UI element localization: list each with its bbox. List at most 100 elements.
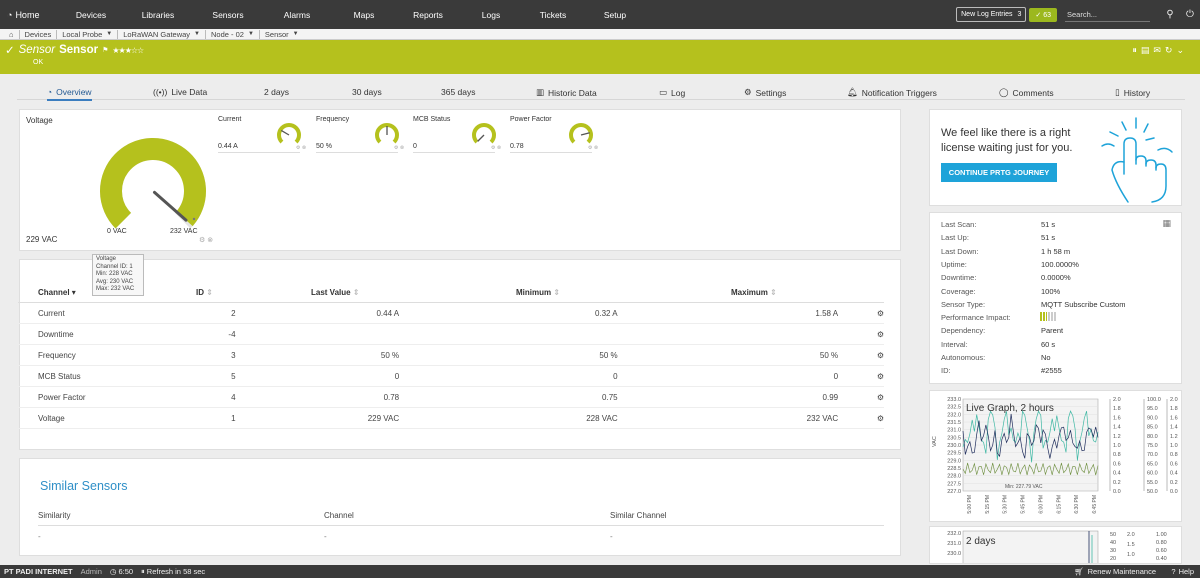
info-value: #2555 bbox=[1041, 366, 1062, 376]
channel-name[interactable]: Voltage bbox=[18, 414, 196, 423]
col-maximum[interactable]: Maximum ⇕ bbox=[731, 288, 851, 297]
refresh-icon[interactable]: ↻ bbox=[1165, 45, 1173, 56]
breadcrumb-device[interactable]: Node - 02 ▼ bbox=[206, 29, 260, 39]
refresh-timer[interactable]: Refresh in 58 sec bbox=[147, 567, 205, 576]
breadcrumb-devices[interactable]: Devices bbox=[20, 29, 58, 39]
channel-minimum: 0 bbox=[613, 371, 618, 381]
mini-gauge-frequency[interactable]: Frequency 50 % ⚙ ⊗ bbox=[316, 116, 406, 160]
tab-historic-data[interactable]: ▥ Historic Data bbox=[536, 87, 597, 98]
nav-setup[interactable]: Setup bbox=[584, 10, 646, 20]
live-graph-panel: 233.0 232.5 232.0 231.5 231.0 230.5 230.0 229.5… bbox=[929, 390, 1182, 522]
nav-libraries[interactable]: Libraries bbox=[122, 10, 194, 20]
breadcrumb-group[interactable]: LoRaWAN Gateway ▼ bbox=[118, 29, 206, 39]
info-row: Last Down: 1 h 58 m bbox=[941, 247, 1171, 260]
priority-stars[interactable]: ★★★☆☆ bbox=[112, 46, 144, 55]
nav-reports[interactable]: Reports bbox=[396, 10, 460, 20]
right-tick-label: 1.8 bbox=[1113, 406, 1121, 412]
right-tick-label: 1.2 bbox=[1170, 434, 1178, 440]
channel-settings-icon[interactable]: ⚙ bbox=[838, 414, 884, 423]
col-minimum[interactable]: Minimum ⇕ bbox=[511, 288, 731, 297]
channel-name[interactable]: Downtime bbox=[18, 330, 196, 339]
chevron-down-icon[interactable]: ⌄ bbox=[1176, 45, 1184, 56]
channel-name[interactable]: Current bbox=[18, 309, 196, 318]
channel-name[interactable]: MCB Status bbox=[18, 372, 196, 381]
new-log-entries-button[interactable]: New Log Entries 3 bbox=[956, 7, 1027, 22]
mini-gauge-power-factor[interactable]: Power Factor 0.78 ⚙ ⊗ bbox=[510, 116, 600, 160]
help-link[interactable]: ? Help bbox=[1171, 567, 1194, 576]
tab-log[interactable]: ▭ Log bbox=[659, 87, 685, 98]
info-key: Performance Impact: bbox=[941, 313, 1011, 323]
table-row[interactable]: Voltage 1 229 VAC 228 VAC 232 VAC ⚙ bbox=[18, 408, 884, 429]
right-tick-label: 0.6 bbox=[1113, 461, 1121, 467]
tab-30-days[interactable]: 30 days bbox=[352, 87, 382, 97]
voltage-gauge[interactable] bbox=[90, 128, 216, 233]
mini-gauge-current[interactable]: Current 0.44 A ⚙ ⊗ bbox=[218, 116, 308, 160]
tab-comments[interactable]: ◯ Comments bbox=[999, 87, 1054, 98]
tab-overview[interactable]: ◔ Overview bbox=[47, 87, 92, 101]
table-row[interactable]: Current 2 0.44 A 0.32 A 1.58 A ⚙ bbox=[18, 303, 884, 324]
graph-2-days[interactable]: 232.0 231.0 230.0 50 40 30 20 2.0 1.5 1.0 1.00 0.80… bbox=[930, 527, 1182, 564]
info-value: 51 s bbox=[1041, 233, 1056, 243]
x-tick-label: 6:30 PM bbox=[1074, 495, 1080, 514]
voltage-gauge-title: Voltage bbox=[26, 116, 53, 125]
home-icon[interactable]: ⌂ bbox=[4, 29, 20, 39]
tab-live-data[interactable]: ((•)) Live Data bbox=[153, 87, 207, 97]
channel-settings-icon[interactable]: ⚙ bbox=[838, 330, 884, 339]
renew-maintenance-link[interactable]: 🛒︎ Renew Maintenance bbox=[1074, 567, 1156, 576]
gauge-icon: ◔ bbox=[47, 87, 53, 97]
nav-logs[interactable]: Logs bbox=[460, 10, 522, 20]
tab-bar: ◔ Overview ((•)) Live Data 2 days 30 days … bbox=[17, 84, 1185, 101]
col-channel[interactable]: Channel ▾ bbox=[18, 288, 196, 297]
right-tick-label: 70.0 bbox=[1147, 452, 1158, 458]
channel-settings-icon[interactable]: ⚙ bbox=[838, 351, 884, 360]
email-icon[interactable]: ✉ bbox=[1153, 45, 1161, 56]
channel-name[interactable]: Frequency bbox=[18, 351, 196, 360]
nav-maps[interactable]: Maps bbox=[332, 10, 396, 20]
logout-icon[interactable]: ⏻ bbox=[1180, 9, 1200, 20]
channel-name[interactable]: Power Factor bbox=[18, 393, 196, 402]
home-link[interactable]: ◔ Home bbox=[0, 10, 60, 20]
mini-gauge-mcb-status[interactable]: MCB Status 0 ⚙ ⊗ bbox=[413, 116, 503, 160]
table-row[interactable]: Power Factor 4 0.78 0.75 0.99 ⚙ bbox=[18, 387, 884, 408]
flag-icon[interactable]: ⚑ bbox=[102, 46, 108, 54]
tab-notification-triggers[interactable]: 🔔︎ Notification Triggers bbox=[847, 87, 937, 98]
tab-settings[interactable]: ⚙ Settings bbox=[744, 87, 786, 98]
alerts-count-button[interactable]: ✓ 63 bbox=[1029, 7, 1057, 22]
table-row[interactable]: MCB Status 5 0 0 0 ⚙ bbox=[18, 366, 884, 387]
nav-devices[interactable]: Devices bbox=[60, 10, 122, 20]
search-input[interactable]: Search... bbox=[1065, 8, 1150, 22]
right-tick-label: 40 bbox=[1110, 540, 1116, 546]
table-row[interactable]: Downtime -4 ⚙ bbox=[18, 324, 884, 345]
nav-sensors[interactable]: Sensors bbox=[194, 10, 262, 20]
right-tick-label: 2.0 bbox=[1127, 532, 1135, 538]
breadcrumb-sensor[interactable]: Sensor ▼ bbox=[260, 30, 304, 39]
tab-history[interactable]: ▯ History bbox=[1115, 87, 1150, 98]
voltage-max-label: 232 VAC bbox=[170, 228, 198, 235]
table-row[interactable]: Frequency 3 50 % 50 % 50 % ⚙ bbox=[18, 345, 884, 366]
channel-settings-icon[interactable]: ⚙ bbox=[838, 393, 884, 402]
channel-id: 2 bbox=[231, 308, 236, 318]
y-tick-label: 232.0 bbox=[947, 412, 961, 418]
search-icon[interactable]: ⚲ bbox=[1160, 9, 1180, 20]
channel-settings-icon[interactable]: ⚙ bbox=[838, 309, 884, 318]
tab-365-days[interactable]: 365 days bbox=[441, 87, 476, 97]
two-days-graph-panel: 232.0 231.0 230.0 50 40 30 20 2.0 1.5 1.0 1.00 0.80… bbox=[929, 526, 1182, 564]
pdf-icon[interactable]: ▤ bbox=[1141, 45, 1150, 56]
nav-tickets[interactable]: Tickets bbox=[522, 10, 584, 20]
info-row: Performance Impact: bbox=[941, 313, 1171, 326]
user-name[interactable]: Admin bbox=[81, 567, 102, 576]
history-icon: ▯ bbox=[1115, 87, 1120, 97]
live-graph-2-hours[interactable]: 233.0 232.5232.0 231.5 231.0230.5 230.0 229.5… bbox=[930, 391, 1183, 523]
col-last-value[interactable]: Last Value ⇕ bbox=[296, 288, 511, 297]
channel-settings-icon[interactable]: ⚙ bbox=[838, 372, 884, 381]
channel-maximum: 1.58 A bbox=[815, 308, 839, 318]
col-id[interactable]: ID ⇕ bbox=[196, 288, 296, 297]
breadcrumb-probe[interactable]: Local Probe ▼ bbox=[57, 29, 119, 39]
tab-2-days[interactable]: 2 days bbox=[264, 87, 289, 97]
y-tick-label: 232.5 bbox=[947, 405, 961, 411]
info-value[interactable]: Parent bbox=[1041, 326, 1063, 339]
pause-icon[interactable]: ⏸ bbox=[1132, 45, 1137, 56]
gauge-settings-icon[interactable]: ⚙ ⊗ bbox=[199, 236, 213, 244]
nav-alarms[interactable]: Alarms bbox=[262, 10, 332, 20]
continue-journey-button[interactable]: CONTINUE PRTG JOURNEY bbox=[941, 163, 1057, 182]
